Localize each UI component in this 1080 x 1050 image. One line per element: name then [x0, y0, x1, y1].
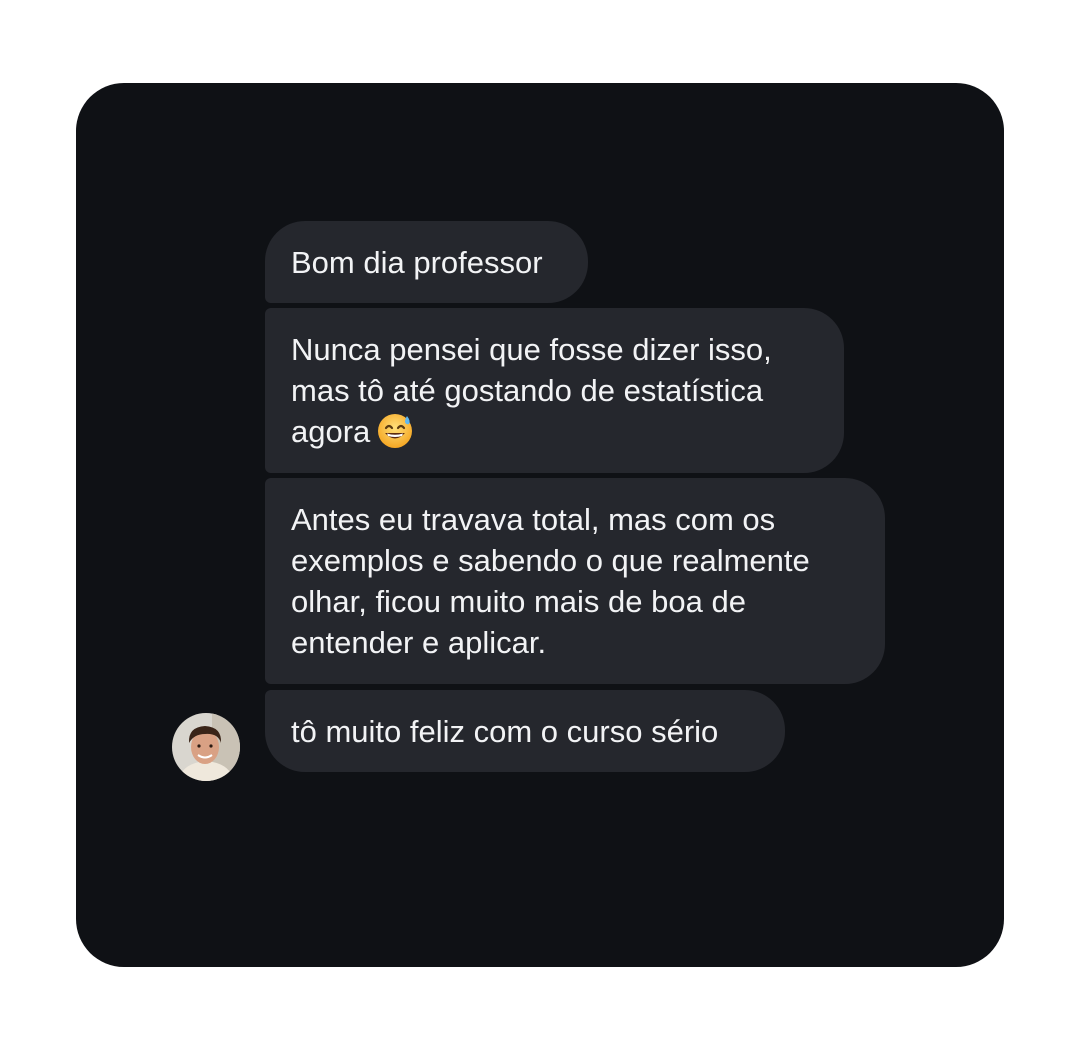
- avatar[interactable]: [172, 713, 240, 781]
- message-bubble[interactable]: tô muito feliz com o curso sério: [265, 690, 785, 772]
- message-bubble[interactable]: Antes eu travava total, mas com os exemp…: [265, 478, 885, 684]
- message-text: Bom dia professor: [291, 244, 543, 280]
- avatar-photo-icon: [172, 713, 240, 781]
- message-text: tô muito feliz com o curso sério: [291, 713, 719, 749]
- message-text: olhar, ficou muito mais de boa de: [291, 584, 746, 619]
- message-text: mas tô até gostando de estatística: [291, 373, 764, 408]
- message-text: Nunca pensei que fosse dizer isso,: [291, 332, 772, 367]
- message-bubble[interactable]: Nunca pensei que fosse dizer isso, mas t…: [265, 308, 844, 473]
- grinning-face-with-sweat-icon: [376, 411, 414, 449]
- message-text: exemplos e sabendo o que realmente: [291, 543, 810, 578]
- message-text: Antes eu travava total, mas com os: [291, 502, 776, 537]
- message-bubble[interactable]: Bom dia professor: [265, 221, 588, 303]
- message-text: entender e aplicar.: [291, 625, 547, 660]
- message-text: agora: [291, 414, 371, 449]
